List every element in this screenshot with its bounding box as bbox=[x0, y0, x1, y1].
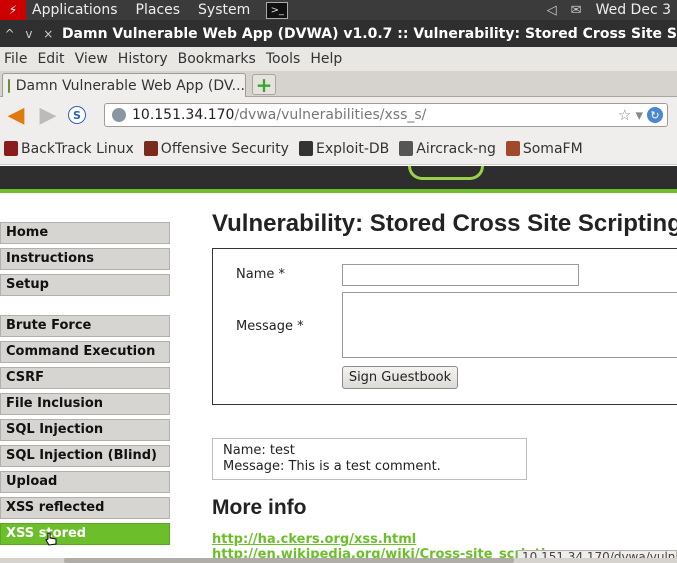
window-title-bar[interactable]: ^ v × Damn Vulnerable Web App (DVWA) v1.… bbox=[0, 20, 677, 47]
tab-dvwa[interactable]: Damn Vulnerable Web App (DV... bbox=[2, 73, 246, 97]
bookmark-backtrack-linux[interactable]: BackTrack Linux bbox=[4, 141, 134, 157]
bookmark-label: Aircrack-ng bbox=[416, 140, 496, 157]
url-host: 10.151.34.170 bbox=[132, 107, 235, 123]
bookmark-label: Exploit-DB bbox=[315, 140, 390, 157]
horizontal-scrollbar[interactable] bbox=[0, 558, 677, 563]
hand-cursor-icon bbox=[45, 532, 57, 546]
sidebar-menu: Home Instructions Setup Brute Force Comm… bbox=[0, 222, 171, 549]
reload-icon[interactable]: ↻ bbox=[647, 107, 663, 123]
guestbook-entry: Name: test Message: This is a test comme… bbox=[212, 438, 527, 480]
menu-view[interactable]: View bbox=[75, 51, 108, 67]
message-textarea[interactable] bbox=[342, 292, 677, 358]
system-menu[interactable]: System bbox=[198, 2, 250, 18]
window-menu-up-icon[interactable]: ^ bbox=[0, 27, 19, 41]
menu-tools[interactable]: Tools bbox=[266, 51, 301, 67]
sidebar-item-csrf[interactable]: CSRF bbox=[0, 367, 170, 389]
main-content: Vulnerability: Stored Cross Site Scripti… bbox=[212, 210, 677, 558]
sidebar-item-brute-force[interactable]: Brute Force bbox=[0, 315, 170, 337]
bookmark-label: Offensive Security bbox=[160, 140, 289, 157]
menu-history[interactable]: History bbox=[118, 51, 168, 67]
page-viewport: Home Instructions Setup Brute Force Comm… bbox=[0, 166, 677, 558]
name-label: Name * bbox=[236, 267, 285, 282]
sidebar-item-xss-stored[interactable]: XSS stored bbox=[0, 523, 170, 545]
sidebar-item-sql-injection[interactable]: SQL Injection bbox=[0, 419, 170, 441]
url-path: /dvwa/vulnerabilities/xss_s/ bbox=[234, 107, 427, 123]
link-wikipedia-xss[interactable]: http://en.wikipedia.org/wiki/Cross-site_… bbox=[212, 547, 564, 558]
exploitdb-icon bbox=[298, 141, 313, 156]
sidebar-item-upload[interactable]: Upload bbox=[0, 471, 170, 493]
link-ha-ckers-xss[interactable]: http://ha.ckers.org/xss.html bbox=[212, 532, 416, 547]
menu-help[interactable]: Help bbox=[310, 51, 342, 67]
window-title: Damn Vulnerable Web App (DVWA) v1.0.7 ::… bbox=[61, 25, 677, 42]
sidebar-item-instructions[interactable]: Instructions bbox=[0, 248, 170, 270]
entry-message: Message: This is a test comment. bbox=[223, 459, 441, 474]
offsec-icon bbox=[143, 141, 158, 156]
bookmark-aircrack-ng[interactable]: Aircrack-ng bbox=[399, 141, 496, 157]
aircrack-icon bbox=[399, 141, 414, 156]
menu-file[interactable]: File bbox=[4, 51, 27, 67]
backtrack-icon bbox=[4, 141, 18, 156]
dvwa-logo-swoosh bbox=[408, 166, 484, 180]
sidebar-item-xss-reflected[interactable]: XSS reflected bbox=[0, 497, 170, 519]
sidebar-item-file-inclusion[interactable]: File Inclusion bbox=[0, 393, 170, 415]
places-menu[interactable]: Places bbox=[136, 2, 181, 18]
tab-label: Damn Vulnerable Web App (DV... bbox=[15, 77, 245, 94]
bookmark-exploit-db[interactable]: Exploit-DB bbox=[298, 140, 390, 157]
url-bar[interactable]: 10.151.34.170/dvwa/vulnerabilities/xss_s… bbox=[104, 103, 668, 127]
bookmark-label: BackTrack Linux bbox=[21, 140, 134, 157]
url-bar-icons: ☆ ▾ ↻ bbox=[618, 106, 667, 124]
sign-guestbook-button[interactable]: Sign Guestbook bbox=[342, 366, 458, 389]
more-info-heading: More info bbox=[212, 496, 307, 519]
stumbleupon-icon[interactable]: S bbox=[68, 106, 86, 124]
panel-tray: ◁ ✉ Wed Dec 3 bbox=[547, 2, 677, 18]
message-label: Message * bbox=[236, 319, 304, 334]
tab-strip: Damn Vulnerable Web App (DV... + bbox=[0, 71, 677, 97]
bookmarks-bar: BackTrack Linux Offensive Security Explo… bbox=[0, 133, 677, 165]
entry-name: Name: test bbox=[223, 443, 295, 458]
sidebar-item-command-execution[interactable]: Command Execution bbox=[0, 341, 170, 363]
back-arrow-icon[interactable]: ◀ bbox=[4, 103, 28, 128]
close-icon[interactable]: × bbox=[39, 27, 58, 41]
dvwa-favicon-icon bbox=[8, 78, 10, 93]
dvwa-header bbox=[0, 166, 677, 193]
sidebar-item-home[interactable]: Home bbox=[0, 222, 170, 244]
backtrack-logo-icon[interactable]: ⚡ bbox=[0, 0, 26, 20]
history-dropdown-icon[interactable]: ▾ bbox=[635, 106, 643, 124]
bookmark-label: SomaFM bbox=[522, 140, 583, 157]
clock[interactable]: Wed Dec 3 bbox=[596, 2, 671, 18]
somafm-icon bbox=[505, 141, 520, 156]
new-tab-button[interactable]: + bbox=[252, 73, 276, 97]
browser-menu-bar: File Edit View History Bookmarks Tools H… bbox=[0, 47, 677, 71]
terminal-launcher-icon[interactable]: >_ bbox=[266, 1, 289, 19]
guestbook-form: Name * Message * Sign Guestbook bbox=[212, 248, 677, 405]
name-input[interactable] bbox=[342, 264, 579, 286]
minimize-icon[interactable]: v bbox=[19, 27, 38, 41]
bookmark-somafm[interactable]: SomaFM bbox=[505, 140, 583, 157]
navigation-bar: ◀ ▶ S 10.151.34.170/dvwa/vulnerabilities… bbox=[0, 97, 677, 133]
bookmark-star-icon[interactable]: ☆ bbox=[618, 106, 631, 124]
menu-bookmarks[interactable]: Bookmarks bbox=[178, 51, 256, 67]
volume-icon[interactable]: ◁ bbox=[547, 3, 557, 18]
sidebar-item-sql-injection-blind[interactable]: SQL Injection (Blind) bbox=[0, 445, 170, 467]
page-title: Vulnerability: Stored Cross Site Scripti… bbox=[212, 210, 677, 237]
desktop-top-panel: ⚡ Applications Places System >_ ◁ ✉ Wed … bbox=[0, 0, 677, 20]
menu-edit[interactable]: Edit bbox=[37, 51, 64, 67]
applications-menu[interactable]: Applications bbox=[32, 2, 118, 18]
mail-icon[interactable]: ✉ bbox=[571, 3, 582, 18]
forward-arrow-icon[interactable]: ▶ bbox=[36, 103, 60, 128]
globe-icon bbox=[112, 108, 126, 122]
scrollbar-thumb[interactable] bbox=[64, 558, 514, 563]
bookmark-offensive-security[interactable]: Offensive Security bbox=[143, 140, 289, 157]
sidebar-item-setup[interactable]: Setup bbox=[0, 274, 170, 296]
